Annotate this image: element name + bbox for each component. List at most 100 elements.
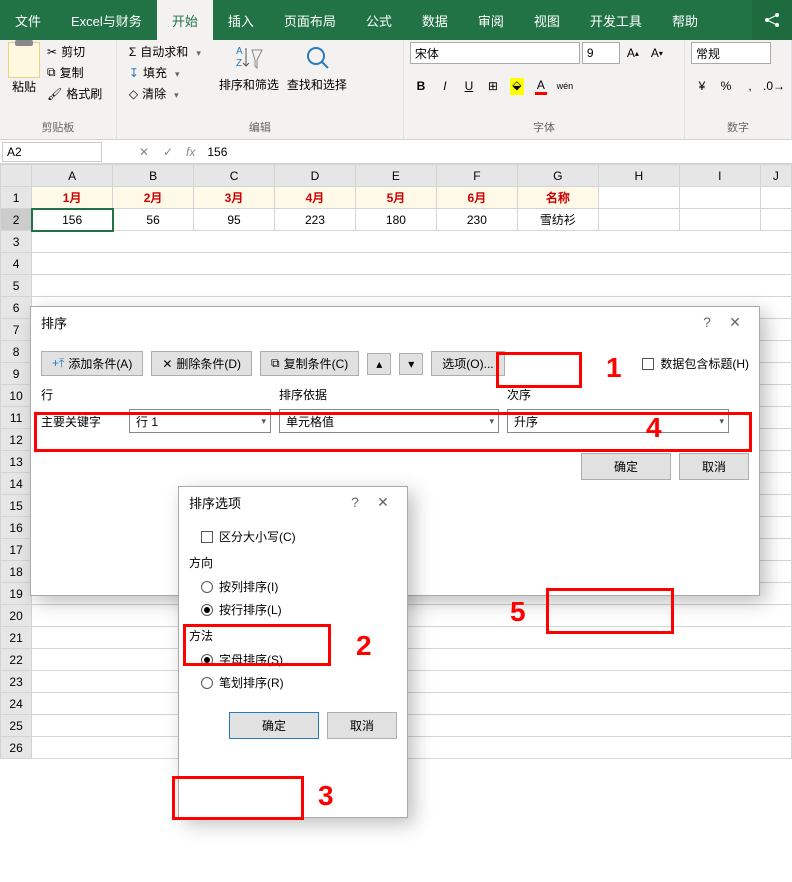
cell[interactable] bbox=[32, 231, 792, 253]
cell-f2[interactable]: 230 bbox=[436, 209, 517, 231]
stroke-sort-radio[interactable]: 笔划排序(R) bbox=[189, 671, 397, 694]
col-header-f[interactable]: F bbox=[436, 165, 517, 187]
cell[interactable] bbox=[32, 737, 792, 759]
has-header-checkbox[interactable]: 数据包含标题(H) bbox=[642, 355, 749, 372]
col-header-b[interactable]: B bbox=[113, 165, 194, 187]
cancel-formula-button[interactable]: ✕ bbox=[132, 145, 156, 159]
cell[interactable] bbox=[32, 253, 792, 275]
cell[interactable] bbox=[32, 671, 792, 693]
copy-button[interactable]: ⧉复制 bbox=[45, 63, 104, 82]
tab-data[interactable]: 数据 bbox=[407, 0, 463, 40]
font-color-button[interactable]: A bbox=[530, 75, 552, 97]
help-button[interactable]: ? bbox=[693, 314, 721, 330]
paste-button[interactable]: 粘贴 bbox=[6, 42, 42, 119]
cell-c2[interactable]: 95 bbox=[194, 209, 275, 231]
cell-d1[interactable]: 4月 bbox=[275, 187, 356, 209]
tab-excel-finance[interactable]: Excel与财务 bbox=[56, 0, 157, 40]
cell-c1[interactable]: 3月 bbox=[194, 187, 275, 209]
move-down-button[interactable]: ▾ bbox=[399, 353, 423, 375]
fill-button[interactable]: ↧填充 bbox=[127, 63, 203, 82]
sort-options-button[interactable]: 选项(O)... bbox=[431, 351, 504, 376]
cell[interactable] bbox=[760, 187, 791, 209]
add-condition-button[interactable]: +⤒添加条件(A) bbox=[41, 351, 143, 376]
comma-button[interactable]: , bbox=[739, 75, 761, 97]
format-painter-button[interactable]: 🖌格式刷 bbox=[45, 84, 104, 103]
accept-formula-button[interactable]: ✓ bbox=[156, 145, 180, 159]
increase-font-button[interactable]: A▴ bbox=[622, 42, 644, 64]
row-header-11[interactable]: 11 bbox=[1, 407, 32, 429]
row-header-14[interactable]: 14 bbox=[1, 473, 32, 495]
col-header-j[interactable]: J bbox=[760, 165, 791, 187]
row-header-3[interactable]: 3 bbox=[1, 231, 32, 253]
row-header-23[interactable]: 23 bbox=[1, 671, 32, 693]
cut-button[interactable]: ✂剪切 bbox=[45, 42, 104, 61]
percent-button[interactable]: % bbox=[715, 75, 737, 97]
col-header-e[interactable]: E bbox=[355, 165, 436, 187]
sortopt-ok-button[interactable]: 确定 bbox=[229, 712, 319, 739]
sort-row-combo[interactable]: 行 1 bbox=[129, 409, 271, 433]
sort-by-column-radio[interactable]: 按列排序(I) bbox=[189, 575, 397, 598]
tab-insert[interactable]: 插入 bbox=[213, 0, 269, 40]
font-name-combo[interactable]: 宋体 bbox=[410, 42, 580, 64]
copy-condition-button[interactable]: ⧉复制条件(C) bbox=[260, 351, 359, 376]
cell[interactable] bbox=[32, 605, 792, 627]
row-header-7[interactable]: 7 bbox=[1, 319, 32, 341]
tab-formula[interactable]: 公式 bbox=[351, 0, 407, 40]
row-header-20[interactable]: 20 bbox=[1, 605, 32, 627]
sort-ok-button[interactable]: 确定 bbox=[581, 453, 671, 480]
row-header-6[interactable]: 6 bbox=[1, 297, 32, 319]
tab-dev[interactable]: 开发工具 bbox=[575, 0, 657, 40]
currency-button[interactable]: ¥ bbox=[691, 75, 713, 97]
cell[interactable] bbox=[679, 187, 760, 209]
cell[interactable] bbox=[598, 209, 679, 231]
tab-home[interactable]: 开始 bbox=[157, 0, 213, 40]
row-header-2[interactable]: 2 bbox=[1, 209, 32, 231]
cell-e2[interactable]: 180 bbox=[355, 209, 436, 231]
sort-filter-button[interactable]: AZ 排序和筛选 bbox=[215, 42, 283, 119]
row-header-5[interactable]: 5 bbox=[1, 275, 32, 297]
case-sensitive-checkbox[interactable]: 区分大小写(C) bbox=[189, 525, 397, 548]
close-button[interactable]: ✕ bbox=[721, 314, 749, 331]
row-header-17[interactable]: 17 bbox=[1, 539, 32, 561]
decrease-font-button[interactable]: A▾ bbox=[646, 42, 668, 64]
cell[interactable] bbox=[598, 187, 679, 209]
row-header-16[interactable]: 16 bbox=[1, 517, 32, 539]
cell[interactable] bbox=[32, 275, 792, 297]
bold-button[interactable]: B bbox=[410, 75, 432, 97]
help-button[interactable]: ? bbox=[341, 494, 369, 510]
fx-icon[interactable]: fx bbox=[180, 145, 201, 159]
sortopt-cancel-button[interactable]: 取消 bbox=[327, 712, 397, 739]
cell-b1[interactable]: 2月 bbox=[113, 187, 194, 209]
row-header-19[interactable]: 19 bbox=[1, 583, 32, 605]
row-header-15[interactable]: 15 bbox=[1, 495, 32, 517]
row-header-18[interactable]: 18 bbox=[1, 561, 32, 583]
col-header-a[interactable]: A bbox=[32, 165, 113, 187]
sort-cancel-button[interactable]: 取消 bbox=[679, 453, 749, 480]
select-all-corner[interactable] bbox=[1, 165, 32, 187]
border-button[interactable]: ⊞ bbox=[482, 75, 504, 97]
col-header-g[interactable]: G bbox=[517, 165, 598, 187]
tab-help[interactable]: 帮助 bbox=[657, 0, 713, 40]
row-header-4[interactable]: 4 bbox=[1, 253, 32, 275]
cell-f1[interactable]: 6月 bbox=[436, 187, 517, 209]
underline-button[interactable]: U bbox=[458, 75, 480, 97]
name-box[interactable]: A2 bbox=[2, 142, 102, 162]
phonetic-button[interactable]: wén bbox=[554, 75, 576, 97]
close-button[interactable]: ✕ bbox=[369, 494, 397, 511]
row-header-25[interactable]: 25 bbox=[1, 715, 32, 737]
cell[interactable] bbox=[32, 627, 792, 649]
cell[interactable] bbox=[32, 649, 792, 671]
row-header-1[interactable]: 1 bbox=[1, 187, 32, 209]
fill-color-button[interactable]: ⬙ bbox=[506, 75, 528, 97]
col-header-h[interactable]: H bbox=[598, 165, 679, 187]
number-format-combo[interactable]: 常规 bbox=[691, 42, 771, 64]
clear-button[interactable]: ◇清除 bbox=[127, 84, 203, 103]
autosum-button[interactable]: Σ自动求和 bbox=[127, 42, 203, 61]
sort-basis-combo[interactable]: 单元格值 bbox=[279, 409, 499, 433]
cell-g1[interactable]: 名称 bbox=[517, 187, 598, 209]
cell-b2[interactable]: 56 bbox=[113, 209, 194, 231]
col-header-i[interactable]: I bbox=[679, 165, 760, 187]
move-up-button[interactable]: ▴ bbox=[367, 353, 391, 375]
row-header-13[interactable]: 13 bbox=[1, 451, 32, 473]
cell[interactable] bbox=[32, 693, 792, 715]
